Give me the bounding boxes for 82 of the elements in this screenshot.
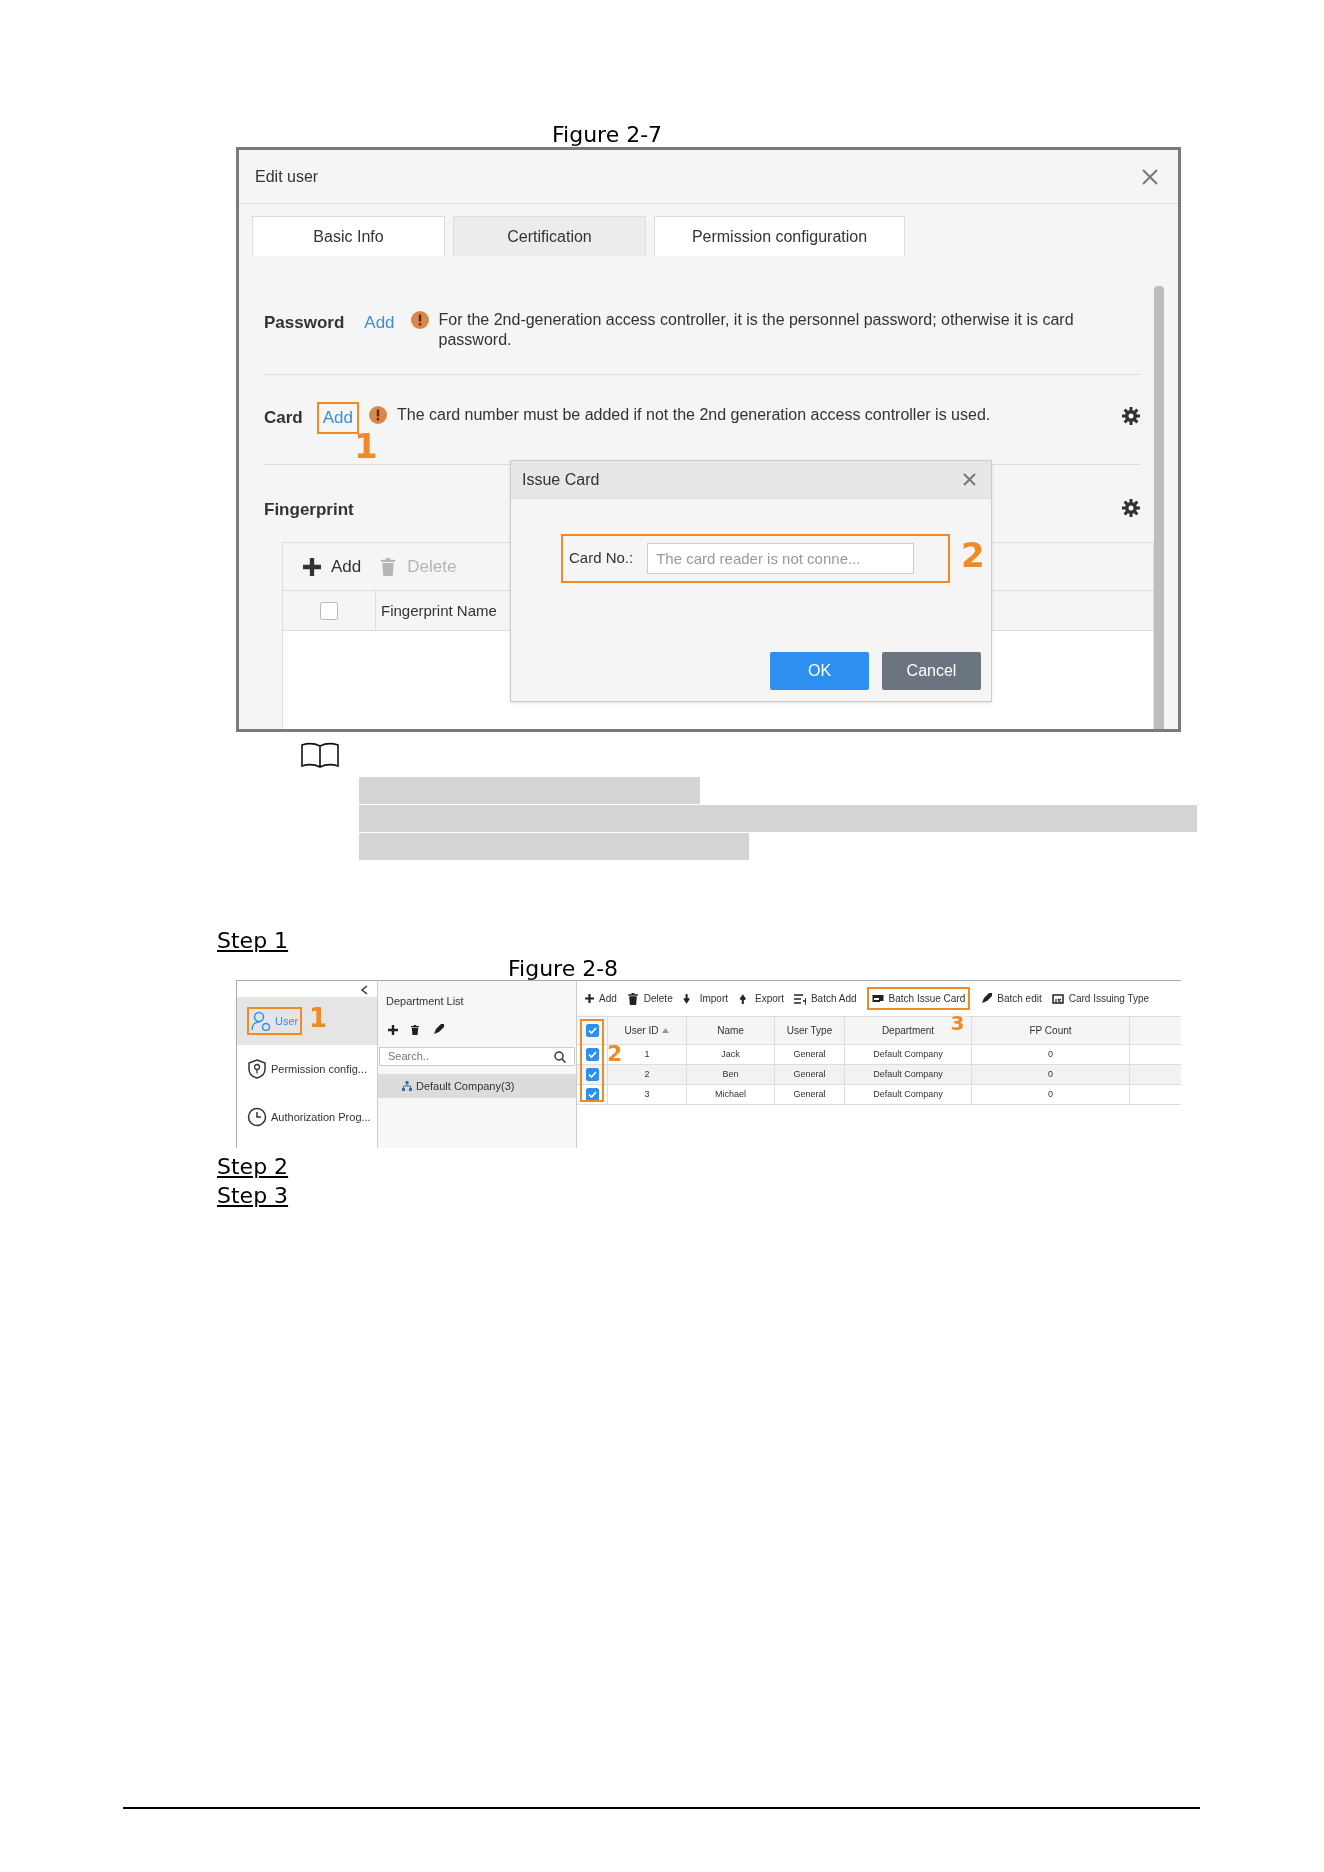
cancel-button[interactable]: Cancel [882,652,981,690]
plus-icon [585,994,594,1003]
warning-icon [410,311,429,329]
toolbar-button[interactable]: Import [682,991,729,1006]
trash-icon [379,557,398,576]
callout-number: 2 [607,1043,623,1065]
column-header[interactable]: User ID [608,1017,687,1044]
column-header: Fingerprint Name [380,601,498,621]
card-number-field[interactable]: The card reader is not conne... [647,543,915,574]
field-label: Card No.: [569,548,634,569]
plus-icon [388,1025,398,1035]
pencil-icon [980,992,993,1005]
hint-text: For the 2nd-generation access controller, it is the personnel password; otherwise it is card password. [438,310,1075,350]
user-icon [251,1011,271,1031]
add-button[interactable]: Add [303,553,362,580]
search-field[interactable]: Search.. [379,1047,575,1066]
toolbar-button[interactable]: Add [585,991,617,1006]
book-icon [300,741,340,769]
step-label: Step 2 [217,1153,289,1181]
table-cell-text: Ben [722,1067,739,1081]
checkbox[interactable] [320,601,338,620]
table-cell-text: Default Company [873,1047,943,1061]
table-cell-text: General [793,1047,826,1061]
tab[interactable]: Certification [453,216,646,256]
search-icon [554,1050,566,1063]
shield-icon [247,1059,267,1079]
field-label: Password [264,312,345,334]
trash-icon [626,992,639,1005]
scrollbar[interactable] [1154,286,1164,729]
field-label: Card [264,407,303,429]
checkbox[interactable] [585,1068,599,1081]
sidebar-item[interactable]: Authorization Prog... [237,1093,377,1141]
tree-item[interactable]: Default Company(3) [378,1074,576,1098]
trash-icon [410,1025,420,1035]
column-header[interactable]: Name [687,1017,775,1044]
table-cell-text: General [793,1067,826,1081]
table-cell-text: 0 [1048,1067,1053,1081]
table-cell-text: 1 [644,1047,650,1061]
table-cell-text: 0 [1048,1087,1053,1101]
table-cell-text: Michael [715,1087,746,1101]
collapse-icon [360,985,368,995]
card-icon [871,992,884,1005]
toolbar-button[interactable]: Batch Issue Card [866,987,971,1010]
table-cell-text: Jack [721,1047,740,1061]
toolbar-button[interactable]: Export [738,991,784,1006]
toolbar-button[interactable]: Batch edit [980,991,1042,1006]
callout-number: 1 [309,1005,328,1031]
table-cell-text: 3 [644,1087,650,1101]
panel-title: Department List [385,994,465,1009]
close-icon [1142,168,1158,185]
sidebar-item[interactable]: Permission config... [237,1045,377,1093]
org-chart-icon [402,1081,412,1091]
dialog-title: Edit user [255,166,319,187]
list-add-icon [793,992,806,1005]
dialog-title: Issue Card [522,469,600,490]
table-cell-text: 2 [644,1067,650,1081]
table-cell-text: General [793,1087,826,1101]
figure-caption: Figure 2-8 [508,955,619,983]
clock-icon [247,1107,267,1127]
callout-number: 2 [961,538,985,572]
toolbar-button[interactable]: Batch Add [793,991,857,1006]
checkbox[interactable] [585,1024,599,1037]
toolbar-button[interactable]: Card Issuing Type [1051,991,1150,1006]
step-label: Step 1 [217,927,289,955]
tab[interactable]: Permission configuration [654,216,905,256]
figure-caption: Figure 2-7 [552,121,663,149]
toolbar-button[interactable]: Delete [626,991,673,1006]
tab[interactable]: Basic Info [252,216,445,256]
id-card-icon [1051,992,1064,1005]
close-icon [963,473,976,486]
field-label: Fingerprint [264,498,354,521]
step-label: Step 3 [217,1182,289,1210]
table-cell-text: Default Company [873,1087,943,1101]
column-header[interactable]: User Type [775,1017,845,1044]
hint-text: The card number must be added if not the 2nd generation access controller is used. [397,405,991,425]
table-cell-text: Default Company [873,1067,943,1081]
table-cell-text: 0 [1048,1047,1053,1061]
plus-icon [303,557,321,576]
warning-icon [369,406,387,424]
pencil-icon [432,1024,444,1036]
column-header[interactable]: FP Count [972,1017,1130,1044]
checkbox[interactable] [585,1048,599,1061]
